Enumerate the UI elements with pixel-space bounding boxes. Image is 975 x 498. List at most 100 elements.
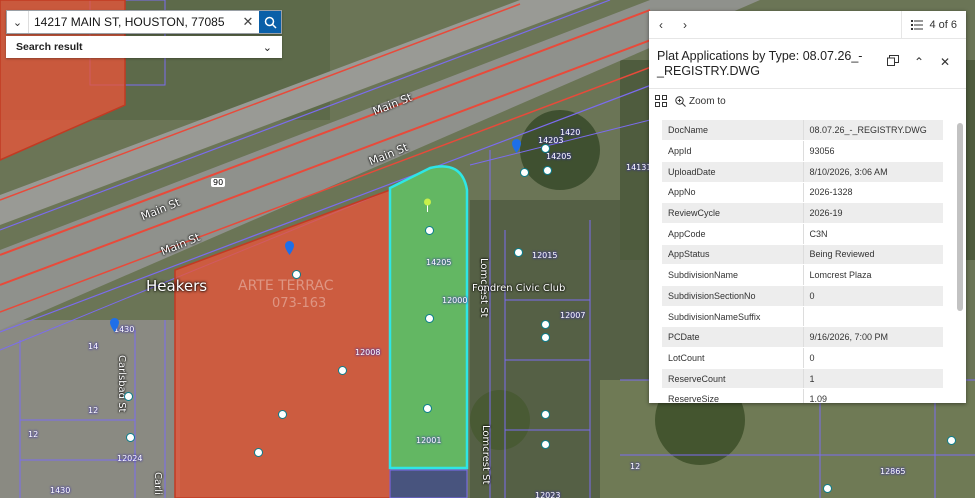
faded-subdivision-label: ARTE TERRAC [238,278,334,294]
address-point-icon[interactable] [338,366,347,375]
parcel-number: 14 [88,342,99,351]
feature-popup: ‹ › 4 of 6 Plat Applications by Type: 08… [649,10,966,403]
attribute-name: ReserveCount [662,368,804,390]
attribute-name: ReviewCycle [662,202,804,224]
address-point-icon[interactable] [520,168,529,177]
attribute-name: SubdivisionSectionNo [662,285,804,307]
attribute-name: SubdivisionName [662,264,804,286]
address-point-icon[interactable] [541,333,550,342]
attribute-row: AppCode C3N [662,223,943,245]
attribute-row: PCDate 9/16/2026, 7:00 PM [662,326,943,349]
address-point-icon[interactable] [541,410,550,419]
zoom-in-icon [675,95,686,107]
parcel-number: 12008 [355,348,381,357]
chevron-down-icon: ⌄ [262,41,272,54]
chevron-up-icon: ⌃ [913,55,925,69]
search-button[interactable] [259,11,281,33]
attribute-value: 1.09 [803,388,943,403]
address-point-icon[interactable] [292,270,301,279]
attribute-name: AppId [662,140,804,162]
close-icon: ✕ [242,14,254,29]
attribute-value: Being Reviewed [803,244,943,266]
attribute-name: DocName [662,120,804,142]
address-point-icon[interactable] [425,314,434,323]
parcel-number: 1420 [560,128,581,137]
zoom-to-button[interactable]: Zoom to [675,96,726,107]
parcel-number: 12 [88,406,99,415]
location-marker-icon[interactable] [512,139,521,153]
location-marker-icon[interactable] [110,318,119,332]
attribute-name: SubdivisionNameSuffix [662,306,804,328]
attribute-row: ReserveSize 1.09 [662,388,943,403]
address-point-icon[interactable] [541,144,550,153]
highway-shield: 90 [211,178,226,187]
address-point-icon[interactable] [124,392,133,401]
attribute-name: AppNo [662,182,804,204]
zoom-to-label: Zoom to [689,95,726,107]
collapse-button[interactable]: ⌃ [906,49,932,69]
search-result-marker-icon[interactable] [423,198,432,212]
attribute-name: ReserveSize [662,388,804,403]
close-popup-button[interactable]: ✕ [932,49,958,69]
attribute-value: 2026-19 [803,202,943,224]
parcel-number: 12007 [560,311,586,320]
place-label: Heakers [146,277,208,295]
street-label: Carli [152,472,163,495]
address-point-icon[interactable] [823,484,832,493]
popup-title: Plat Applications by Type: 08.07.26_-_RE… [657,49,863,78]
popup-scrollbar[interactable] [957,123,963,311]
civic-club-label: Fondren Civic Club [472,283,566,294]
dock-button[interactable] [880,49,906,69]
search-widget: ⌄ 14217 MAIN ST, HOUSTON, 77085 ✕ [6,10,282,34]
feature-count: 4 of 6 [929,18,957,31]
address-point-icon[interactable] [425,226,434,235]
popup-header: Plat Applications by Type: 08.07.26_-_RE… [649,39,966,89]
list-icon [911,19,924,30]
address-point-icon[interactable] [423,404,432,413]
address-point-icon[interactable] [278,410,287,419]
attribute-value: 0 [803,285,943,307]
search-source-dropdown[interactable]: ⌄ [7,11,29,33]
search-icon [264,16,277,29]
parcel-number: 12000 [442,296,468,305]
address-point-icon[interactable] [541,440,550,449]
parcel-number: 14203 [538,136,564,145]
address-point-icon[interactable] [541,320,550,329]
parcel-number: 14131 [626,163,652,172]
attribute-value: Lomcrest Plaza [803,264,943,286]
feature-pager[interactable]: 4 of 6 [901,10,966,39]
previous-feature-button[interactable]: ‹ [649,18,673,32]
attribute-table-container[interactable]: DocName 08.07.26_-_REGISTRY.DWG AppId 93056… [662,120,943,403]
location-marker-icon[interactable] [285,241,294,255]
parcel-number: 1430 [50,486,71,495]
attribute-name: AppStatus [662,244,804,266]
popup-navigation-bar: ‹ › 4 of 6 [649,10,966,39]
attribute-name: PCDate [662,326,804,349]
parcel-number: 14205 [426,258,452,267]
attribute-row: AppStatus Being Reviewed [662,244,943,266]
attribute-row: SubdivisionName Lomcrest Plaza [662,264,943,286]
attribute-row: SubdivisionNameSuffix [662,306,943,328]
attribute-table: DocName 08.07.26_-_REGISTRY.DWG AppId 93056… [662,120,943,403]
search-input[interactable]: 14217 MAIN ST, HOUSTON, 77085 [29,15,237,29]
address-point-icon[interactable] [254,448,263,457]
parcel-number: 12001 [416,436,442,445]
address-point-icon[interactable] [126,433,135,442]
search-result-dropdown[interactable]: Search result ⌄ [6,36,282,58]
attribute-row: ReviewCycle 2026-19 [662,202,943,224]
address-point-icon[interactable] [543,166,552,175]
faded-subdivision-label: 073-163 [272,296,327,311]
grid-icon[interactable] [655,95,667,107]
attribute-value: 9/16/2026, 7:00 PM [803,326,943,349]
chevron-right-icon: › [683,17,687,32]
address-point-icon[interactable] [947,436,956,445]
attribute-row: AppId 93056 [662,140,943,162]
attribute-value: 1 [803,368,943,390]
parcel-number: 12865 [880,467,906,476]
parcel-number: 12015 [532,251,558,260]
address-point-icon[interactable] [514,248,523,257]
clear-search-button[interactable]: ✕ [237,14,259,30]
parcel-number: 12 [28,430,39,439]
next-feature-button[interactable]: › [673,18,697,32]
close-icon: ✕ [939,55,951,69]
